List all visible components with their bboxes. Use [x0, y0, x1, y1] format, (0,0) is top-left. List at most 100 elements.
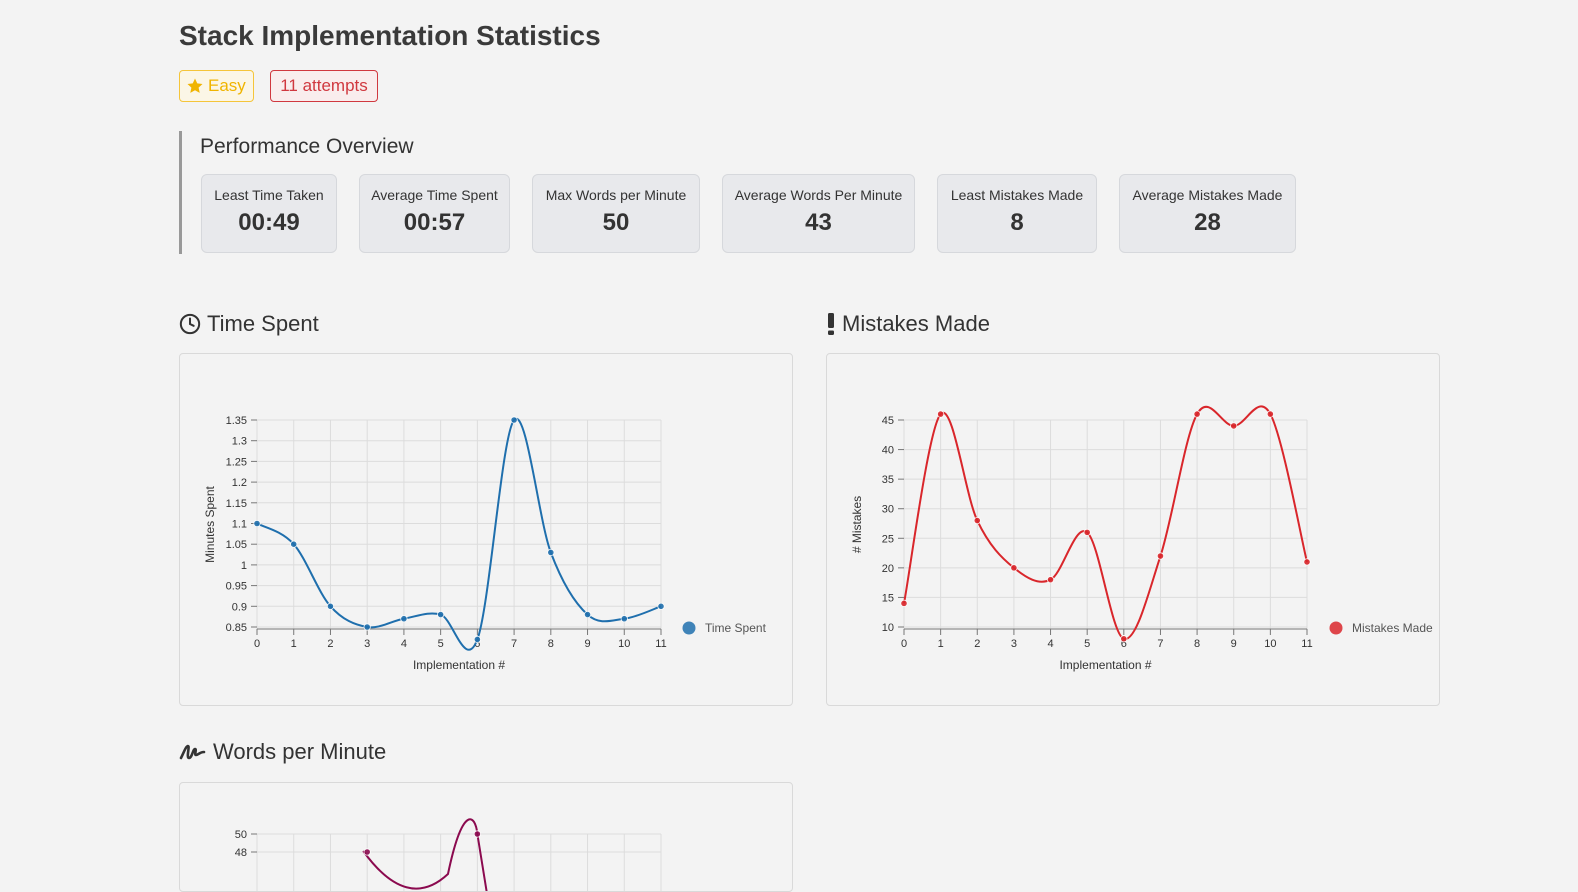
time-spent-heading: Time Spent — [179, 311, 319, 337]
x-tick-label: 2 — [327, 638, 333, 650]
data-point — [473, 830, 481, 838]
x-tick-label: 8 — [548, 638, 554, 650]
y-tick-label: 48 — [235, 847, 247, 859]
y-tick-label: 1 — [241, 560, 247, 572]
data-point — [620, 615, 628, 623]
data-point — [1156, 552, 1165, 560]
legend-swatch — [682, 621, 696, 635]
y-tick-label: 50 — [235, 829, 247, 841]
legend-label: Mistakes Made — [1352, 621, 1433, 635]
mistakes-made-heading: Mistakes Made — [826, 311, 990, 337]
y-tick-label: 1.2 — [232, 477, 247, 489]
x-tick-label: 1 — [938, 638, 944, 650]
stat-label: Max Words per Minute — [545, 187, 687, 203]
x-tick-label: 7 — [1157, 638, 1163, 650]
data-point — [400, 615, 408, 623]
signature-icon — [179, 744, 206, 760]
y-tick-label: 1.15 — [226, 498, 247, 510]
y-tick-label: 10 — [882, 622, 894, 634]
x-tick-label: 11 — [655, 638, 666, 650]
exclamation-icon — [828, 313, 834, 335]
data-point — [1083, 528, 1091, 536]
y-axis-label: # Mistakes — [850, 496, 864, 553]
wpm-chart-card: 50 48 — [179, 782, 793, 892]
x-tick-label: 3 — [1011, 638, 1017, 650]
data-point — [973, 516, 981, 525]
wpm-heading: Words per Minute — [179, 739, 386, 765]
stat-label: Average Mistakes Made — [1132, 187, 1283, 203]
stat-card-least-mistakes: Least Mistakes Made 8 — [937, 174, 1097, 253]
y-tick-label: 20 — [882, 563, 894, 575]
x-tick-label: 9 — [584, 638, 590, 650]
attempts-badge: 11 attempts — [270, 70, 378, 102]
x-tick-label: 4 — [1047, 638, 1053, 650]
data-point — [290, 540, 298, 548]
overview-title: Performance Overview — [200, 135, 414, 158]
data-point — [363, 848, 371, 856]
x-tick-label: 1 — [291, 638, 297, 650]
stat-value: 43 — [805, 209, 832, 236]
stat-label: Average Words Per Minute — [734, 187, 903, 203]
series-line — [362, 818, 488, 891]
data-point — [547, 548, 555, 557]
data-point — [473, 635, 481, 644]
data-point — [363, 623, 371, 631]
series-line — [903, 405, 1308, 640]
y-tick-label: 1.3 — [232, 436, 247, 448]
data-point — [1046, 576, 1055, 584]
stat-card-average-mistakes: Average Mistakes Made 28 — [1119, 174, 1296, 253]
y-tick-label: 0.95 — [226, 581, 247, 593]
data-point — [1230, 422, 1238, 430]
stat-card-max-wpm: Max Words per Minute 50 — [532, 174, 700, 253]
data-point — [1266, 410, 1274, 418]
stat-value: 00:57 — [403, 209, 466, 236]
series-line — [256, 417, 662, 651]
y-tick-label: 1.1 — [232, 519, 247, 531]
x-tick-label: 2 — [974, 638, 980, 650]
x-tick-label: 3 — [364, 638, 370, 650]
y-tick-label: 1.25 — [226, 456, 247, 468]
difficulty-label: Easy — [208, 76, 246, 95]
y-tick-label: 35 — [882, 474, 894, 486]
star-icon — [187, 78, 203, 93]
data-point — [437, 610, 445, 619]
data-point — [937, 410, 945, 418]
x-tick-label: 11 — [1301, 638, 1312, 650]
data-point — [326, 602, 335, 610]
legend-label: Time Spent — [705, 621, 767, 635]
x-tick-label: 10 — [618, 638, 630, 650]
difficulty-badge: Easy — [179, 70, 254, 102]
time-spent-chart-card: 0.85 0.9 0.95 1 1.05 1.1 1.15 1.2 1.25 1.3 1.35 0 1 2… — [179, 353, 793, 706]
x-axis-label: Implementation # — [1059, 658, 1151, 672]
stat-card-least-time: Least Time Taken 00:49 — [201, 174, 337, 253]
y-axis-label: Minutes Spent — [203, 485, 217, 562]
stat-label: Average Time Spent — [371, 187, 498, 203]
stat-label: Least Time Taken — [214, 187, 324, 203]
y-tick-label: 25 — [882, 533, 894, 545]
page-title: Stack Implementation Statistics — [179, 20, 601, 51]
performance-overview: Performance Overview Least Time Taken 00… — [179, 131, 1382, 254]
y-tick-label: 1.05 — [226, 539, 247, 551]
stat-value: 28 — [1194, 209, 1221, 236]
stat-label: Least Mistakes Made — [950, 187, 1084, 203]
data-point — [1193, 410, 1201, 418]
stat-value: 50 — [602, 209, 630, 236]
wpm-chart: 50 48 — [235, 818, 662, 891]
legend-swatch — [1329, 621, 1343, 635]
stat-card-average-wpm: Average Words Per Minute 43 — [722, 174, 915, 253]
x-tick-label: 5 — [438, 638, 444, 650]
data-point — [900, 599, 908, 607]
x-tick-label: 7 — [511, 638, 517, 650]
mistakes-made-chart-card: 10 15 20 25 30 35 40 45 0 1 2 3 4 5 6 7 8 9 10 11 Implementa… — [826, 353, 1440, 706]
time-spent-chart: 0.85 0.9 0.95 1 1.05 1.1 1.15 1.2 1.25 1.3 1.35 0 1 2… — [203, 415, 767, 672]
data-point — [253, 519, 261, 528]
y-tick-label: 45 — [882, 415, 894, 427]
x-axis-label: Implementation # — [413, 658, 505, 672]
clock-icon — [179, 313, 201, 335]
y-tick-label: 0.85 — [226, 622, 247, 634]
x-tick-label: 9 — [1231, 638, 1237, 650]
data-point — [1120, 635, 1128, 643]
mistakes-made-title: Mistakes Made — [842, 311, 990, 336]
stat-value: 00:49 — [238, 209, 300, 236]
data-point — [583, 610, 592, 619]
